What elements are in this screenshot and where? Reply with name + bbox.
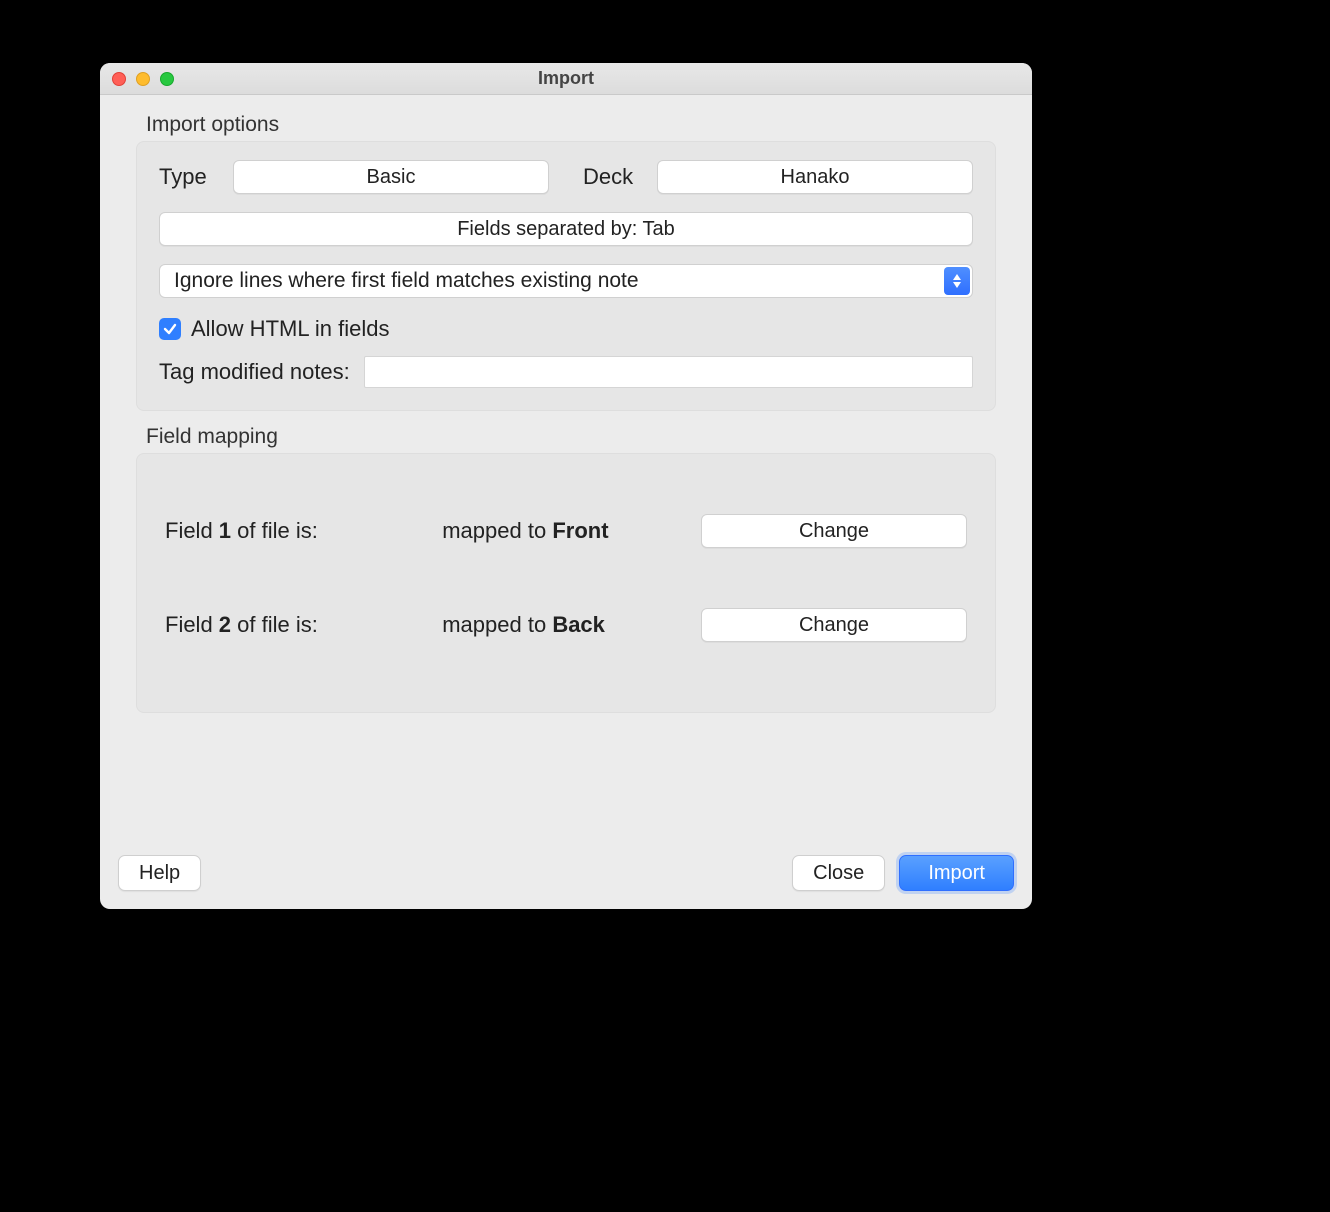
import-button[interactable]: Import (899, 855, 1014, 891)
change-mapping-button[interactable]: Change (701, 608, 967, 642)
minimize-window-button[interactable] (136, 72, 150, 86)
change-mapping-button[interactable]: Change (701, 514, 967, 548)
field-mapping-panel: Field 1 of file is: mapped to Front Chan… (136, 453, 996, 713)
field-mapping-row: Field 1 of file is: mapped to Front Chan… (159, 484, 973, 578)
close-button[interactable]: Close (792, 855, 885, 891)
field-mapping-row: Field 2 of file is: mapped to Back Chang… (159, 578, 973, 672)
field-target-label: mapped to Front (442, 518, 699, 544)
field-separator-label: Fields separated by: Tab (457, 218, 675, 241)
allow-html-checkbox[interactable] (159, 318, 181, 340)
field-source-label: Field 1 of file is: (165, 518, 442, 544)
dialog-footer: Help Close Import (118, 855, 1014, 891)
field-target-label: mapped to Back (442, 612, 699, 638)
import-options-label: Import options (146, 113, 1014, 137)
note-type-selector[interactable]: Basic (233, 160, 549, 194)
maximize-window-button[interactable] (160, 72, 174, 86)
close-window-button[interactable] (112, 72, 126, 86)
type-label: Type (159, 164, 219, 190)
traffic-lights (112, 72, 174, 86)
titlebar: Import (100, 63, 1032, 95)
content-area: Import options Type Basic Deck Hanako Fi… (100, 95, 1032, 731)
field-mapping-label: Field mapping (146, 425, 1014, 449)
help-button[interactable]: Help (118, 855, 201, 891)
duplicate-handling-value: Ignore lines where first field matches e… (174, 269, 639, 293)
deck-label: Deck (583, 164, 643, 190)
field-source-label: Field 2 of file is: (165, 612, 442, 638)
duplicate-handling-select[interactable]: Ignore lines where first field matches e… (159, 264, 973, 298)
tag-modified-input[interactable] (364, 356, 973, 388)
field-separator-button[interactable]: Fields separated by: Tab (159, 212, 973, 246)
deck-value: Hanako (781, 166, 850, 189)
import-options-panel: Type Basic Deck Hanako Fields separated … (136, 141, 996, 411)
note-type-value: Basic (367, 166, 416, 189)
deck-selector[interactable]: Hanako (657, 160, 973, 194)
window-title: Import (100, 68, 1032, 89)
updown-icon (944, 267, 970, 295)
tag-modified-label: Tag modified notes: (159, 359, 350, 385)
import-window: Import Import options Type Basic Deck Ha… (100, 63, 1032, 909)
allow-html-label: Allow HTML in fields (191, 316, 389, 342)
